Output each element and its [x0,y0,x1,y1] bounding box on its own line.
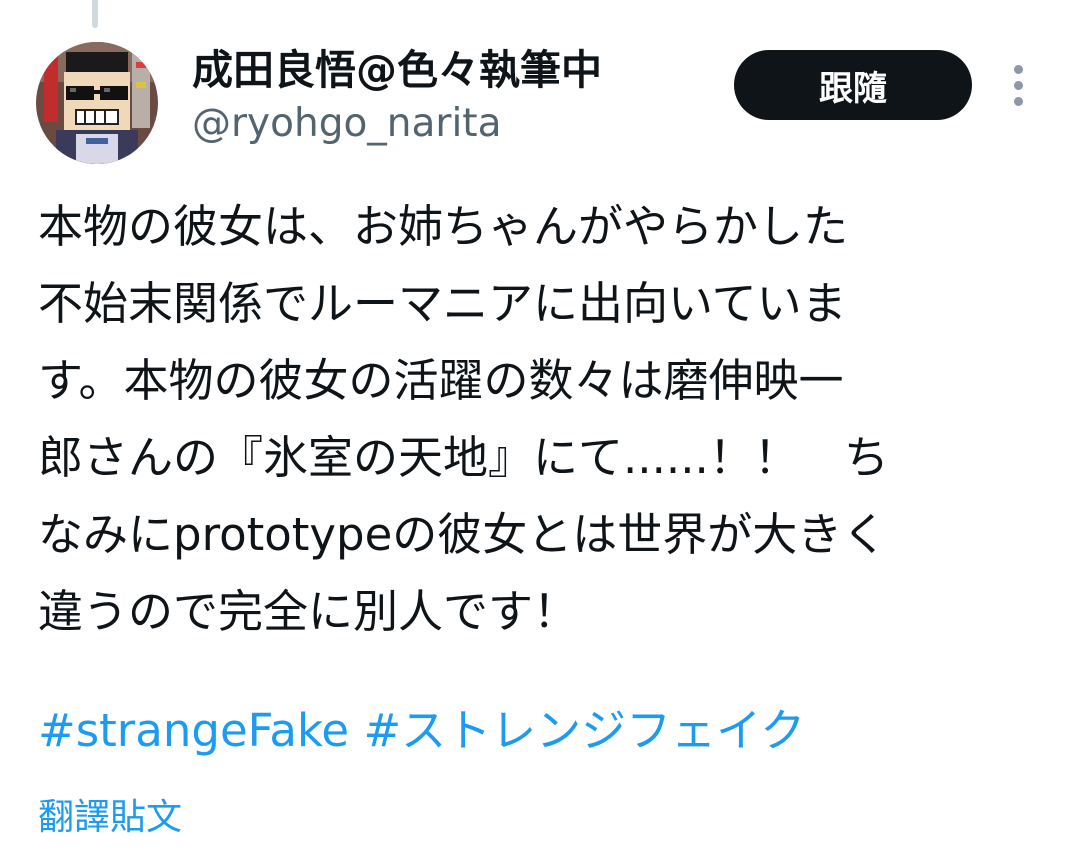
more-dot [1014,81,1023,90]
author-avatar[interactable] [36,42,158,164]
follow-button[interactable]: 跟隨 [734,50,972,120]
author-display-name[interactable]: 成田良悟@色々執筆中 [192,44,602,96]
tweet-text: 本物の彼女は、お姉ちゃんがやらかした 不始末関係でルーマニアに出向いていま す。… [38,188,1048,650]
more-vertical-icon[interactable] [1002,60,1038,110]
pixel-art-avatar-icon [36,42,158,164]
more-dot [1014,97,1023,106]
tweet-text-line: 不始末関係でルーマニアに出向いていま [38,277,847,330]
more-dot [1014,65,1023,74]
author-handle[interactable]: @ryohgo_narita [192,100,502,148]
translate-post-link[interactable]: 翻譯貼文 [38,790,182,846]
tweet-text-line: 郎さんの『氷室の天地』にて......！！ ち [38,431,889,484]
hashtag-link-strange-fake-jp[interactable]: #ストレンジフェイク [363,704,805,757]
tweet-text-line: 違うので完全に別人です！ [38,585,579,638]
hashtag-link-strangefake[interactable]: #strangeFake [38,704,349,757]
tweet-text-line: なみにprototypeの彼女とは世界が大きく [38,508,888,561]
thread-connector-line [92,0,98,28]
hashtag-row: #strangeFake #ストレンジフェイク [38,692,805,769]
tweet-text-line: す。本物の彼女の活躍の数々は磨伸映一 [38,354,844,407]
tweet-text-line: 本物の彼女は、お姉ちゃんがやらかした [38,200,849,253]
